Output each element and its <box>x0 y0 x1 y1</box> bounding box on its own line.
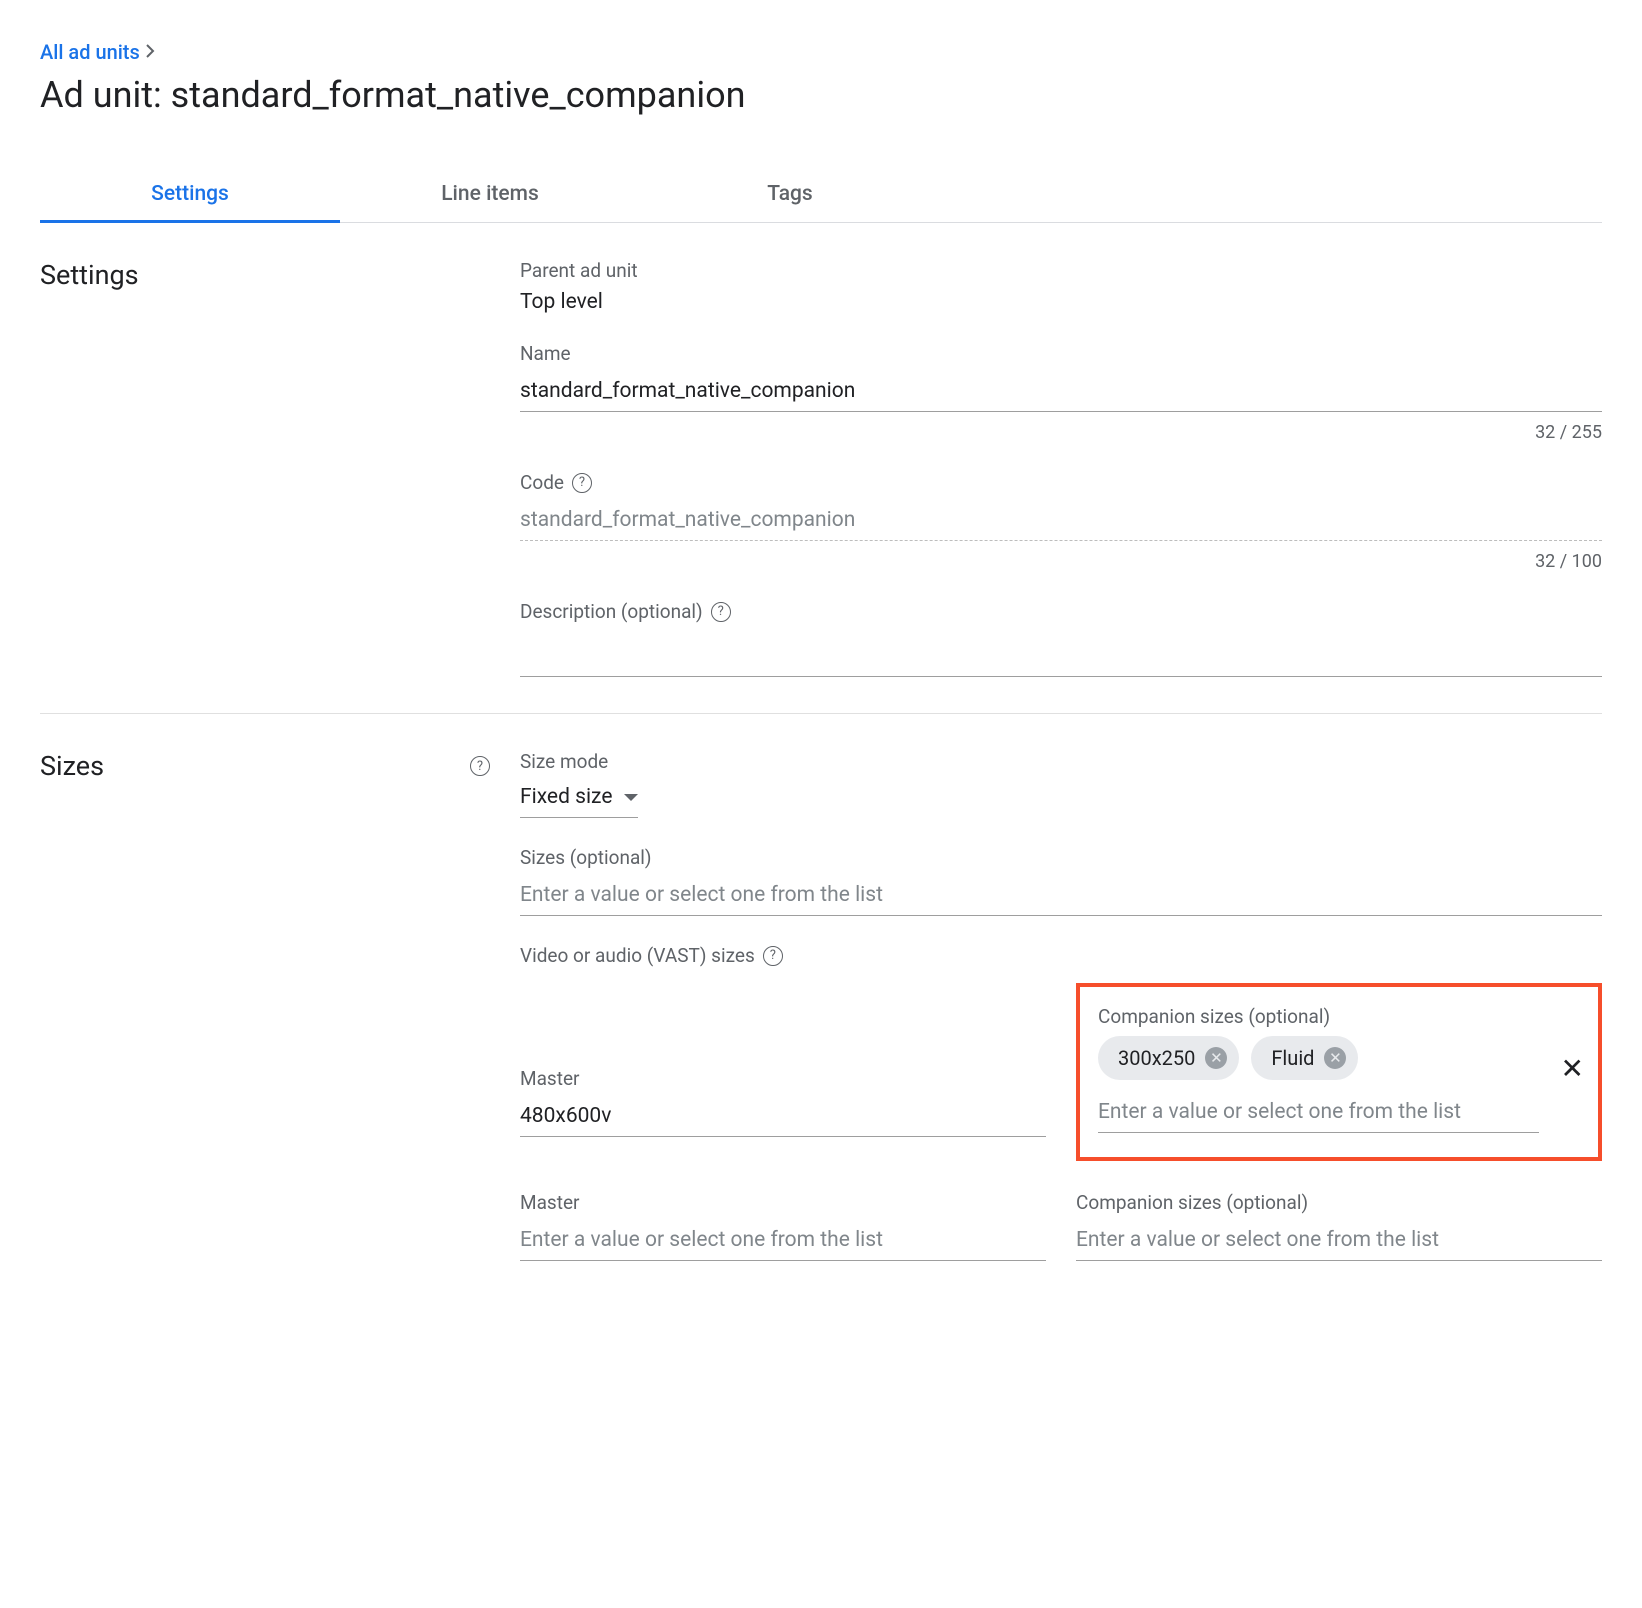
tab-tags[interactable]: Tags <box>640 164 940 222</box>
value-parent-ad-unit: Top level <box>520 290 1602 314</box>
master-col: Master <box>520 1067 1046 1161</box>
breadcrumb: All ad units <box>40 40 1602 64</box>
help-icon[interactable]: ? <box>763 946 783 966</box>
vast-row: Master Companion sizes (optional) 300x25… <box>520 983 1602 1161</box>
label-vast-sizes: Video or audio (VAST) sizes ? <box>520 944 1602 967</box>
help-icon[interactable]: ? <box>572 473 592 493</box>
label-vast-sizes-text: Video or audio (VAST) sizes <box>520 944 755 967</box>
companion-col: Companion sizes (optional) 300x250 ✕ Flu… <box>1076 983 1602 1161</box>
label-companion: Companion sizes (optional) <box>1098 1005 1539 1028</box>
label-size-mode: Size mode <box>520 750 1602 773</box>
chip-remove-icon[interactable]: ✕ <box>1205 1047 1227 1069</box>
section-heading-settings: Settings <box>40 259 139 291</box>
companion-chips: 300x250 ✕ Fluid ✕ <box>1098 1036 1539 1080</box>
chip-size: Fluid ✕ <box>1251 1036 1358 1080</box>
help-icon[interactable]: ? <box>470 756 490 776</box>
master-col: Master <box>520 1191 1046 1261</box>
label-code: Code ? <box>520 471 1602 494</box>
section-heading-sizes: Sizes <box>40 750 104 782</box>
field-description: Description (optional) ? <box>520 600 1602 677</box>
input-companion[interactable] <box>1076 1222 1602 1261</box>
label-master: Master <box>520 1191 1046 1214</box>
label-description: Description (optional) ? <box>520 600 1602 623</box>
input-description[interactable] <box>520 631 1602 677</box>
chip-remove-icon[interactable]: ✕ <box>1324 1047 1346 1069</box>
chip-label: Fluid <box>1271 1046 1314 1070</box>
counter-code: 32 / 100 <box>520 551 1602 572</box>
label-name: Name <box>520 342 1602 365</box>
section-sizes: Sizes ? Size mode Fixed size Sizes (opti… <box>40 714 1602 1327</box>
select-size-mode-value: Fixed size <box>520 785 612 809</box>
input-code <box>520 502 1602 541</box>
vast-row: Master Companion sizes (optional) <box>520 1191 1602 1261</box>
chip-size: 300x250 ✕ <box>1098 1036 1239 1080</box>
field-vast-sizes: Video or audio (VAST) sizes ? <box>520 944 1602 967</box>
label-companion: Companion sizes (optional) <box>1076 1191 1602 1214</box>
chevron-right-icon <box>146 42 156 63</box>
label-code-text: Code <box>520 471 564 494</box>
field-code: Code ? 32 / 100 <box>520 471 1602 572</box>
section-settings: Settings Parent ad unit Top level Name 3… <box>40 223 1602 714</box>
field-name: Name 32 / 255 <box>520 342 1602 443</box>
input-master[interactable] <box>520 1222 1046 1261</box>
help-icon[interactable]: ? <box>711 602 731 622</box>
companion-highlight: Companion sizes (optional) 300x250 ✕ Flu… <box>1076 983 1602 1161</box>
select-size-mode[interactable]: Fixed size <box>520 781 638 818</box>
input-master[interactable] <box>520 1098 1046 1137</box>
breadcrumb-link-all-ad-units[interactable]: All ad units <box>40 40 140 64</box>
caret-down-icon <box>624 794 638 801</box>
counter-name: 32 / 255 <box>520 422 1602 443</box>
field-sizes: Sizes (optional) <box>520 846 1602 916</box>
label-sizes: Sizes (optional) <box>520 846 1602 869</box>
tab-line-items[interactable]: Line items <box>340 164 640 222</box>
close-icon[interactable]: ✕ <box>1561 1055 1584 1083</box>
field-size-mode: Size mode Fixed size <box>520 750 1602 818</box>
input-companion[interactable] <box>1098 1094 1539 1133</box>
companion-col: Companion sizes (optional) <box>1076 1191 1602 1261</box>
label-master: Master <box>520 1067 1046 1090</box>
page-title: Ad unit: standard_format_native_companio… <box>40 74 1602 116</box>
tabs: Settings Line items Tags <box>40 164 1602 223</box>
tab-settings[interactable]: Settings <box>40 164 340 222</box>
label-description-text: Description (optional) <box>520 600 703 623</box>
chip-label: 300x250 <box>1118 1046 1195 1070</box>
label-parent-ad-unit: Parent ad unit <box>520 259 1602 282</box>
input-sizes[interactable] <box>520 877 1602 916</box>
input-name[interactable] <box>520 373 1602 412</box>
field-parent-ad-unit: Parent ad unit Top level <box>520 259 1602 314</box>
